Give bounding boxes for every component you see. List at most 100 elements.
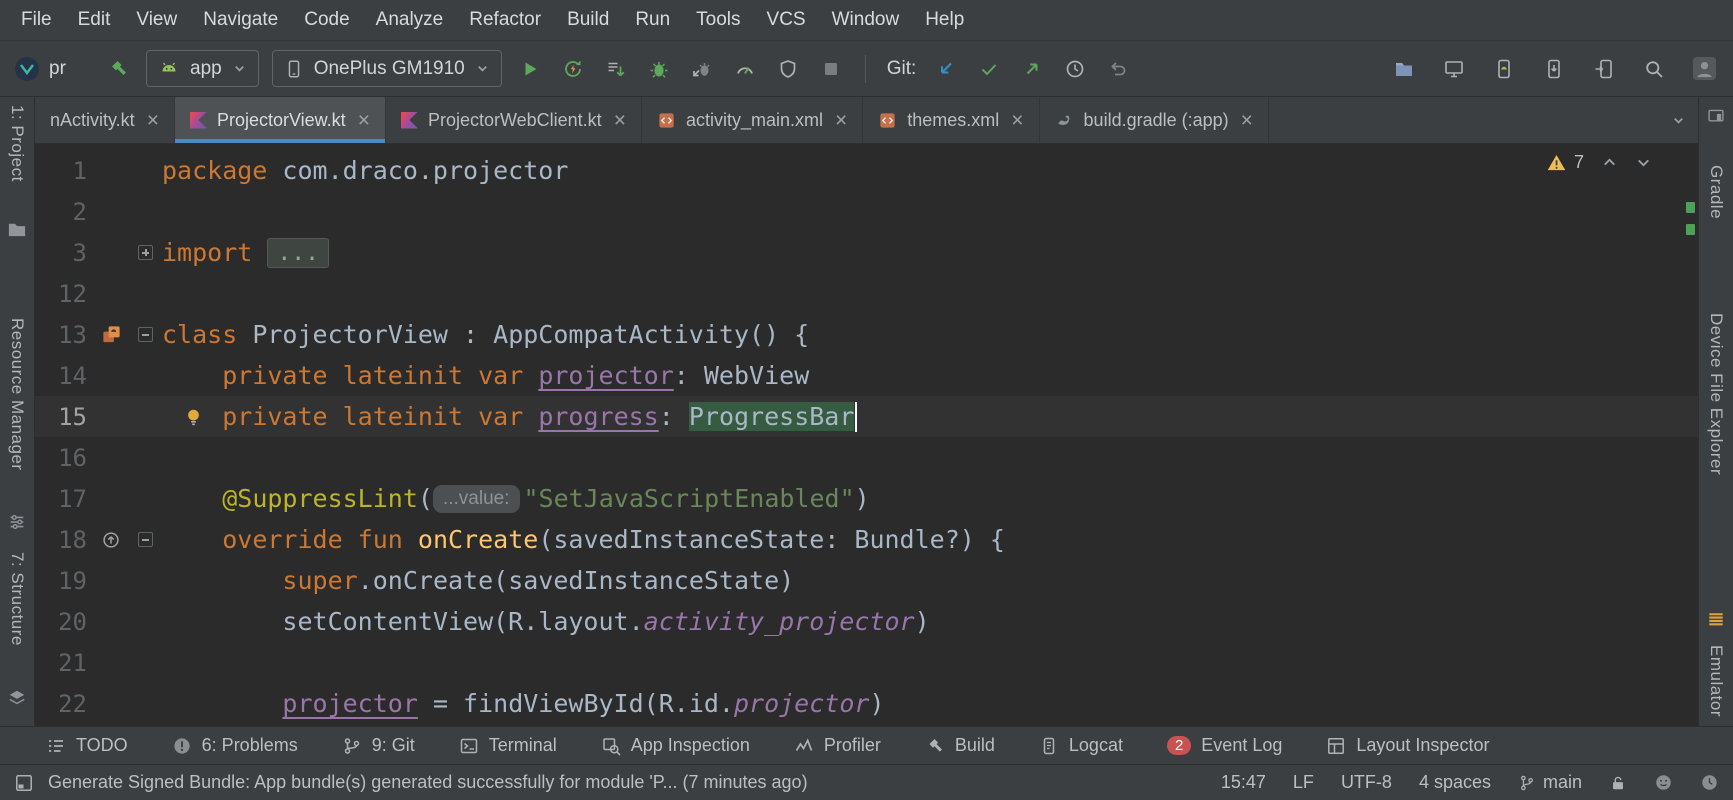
menu-build[interactable]: Build [554,3,622,37]
code-text[interactable]: override fun onCreate(savedInstanceState… [162,519,1005,560]
indent-indicator[interactable]: 4 spaces [1419,772,1491,793]
apply-changes-icon[interactable] [558,54,588,84]
line-number[interactable]: 2 [35,198,93,226]
toolwindow-build[interactable]: Build [903,727,1017,764]
tab-build-gradle-app[interactable]: build.gradle (:app)× [1040,97,1269,143]
tab-list-chevron-icon[interactable] [1671,113,1686,128]
encoding-indicator[interactable]: UTF-8 [1341,772,1392,793]
stripe-running-devices-icon[interactable] [1707,107,1726,131]
close-tab-icon[interactable]: × [356,110,370,131]
stripe-project-folder-icon[interactable] [7,219,28,245]
feedback-smiley-icon[interactable] [1654,773,1673,792]
account-avatar[interactable] [1689,54,1719,84]
toolwindow-6-problems[interactable]: 6: Problems [150,727,320,764]
status-message[interactable]: Generate Signed Bundle: App bundle(s) ge… [48,772,808,793]
code-text[interactable]: import ... [162,232,329,273]
toolwindow-terminal[interactable]: Terminal [437,727,579,764]
code-text[interactable]: super.onCreate(savedInstanceState) [162,560,794,601]
run-with-coverage-icon[interactable] [773,54,803,84]
menu-help[interactable]: Help [912,3,977,37]
menu-window[interactable]: Window [819,3,913,37]
stripe-structure[interactable]: 7: Structure [7,552,27,646]
status-clock-icon[interactable] [1700,773,1719,792]
code-editor[interactable]: 1package com.draco.projector23import ...… [35,144,1698,726]
change-mark[interactable] [1686,224,1695,235]
warning-indicator[interactable]: 7 [1546,152,1584,173]
related-files-icon[interactable] [101,324,122,345]
stripe-project[interactable]: 1: Project [7,105,27,182]
stripe-emulator-toolbar-icon[interactable] [1706,609,1727,635]
avd-manager-icon[interactable] [1489,54,1519,84]
error-stripe[interactable] [1683,144,1698,726]
git-push-icon[interactable] [1017,54,1047,84]
close-tab-icon[interactable]: × [612,110,626,131]
menu-file[interactable]: File [8,3,65,37]
inspections-widget[interactable]: 7 [1546,152,1652,173]
apply-code-changes-icon[interactable] [601,54,631,84]
toolwindow-event-log[interactable]: 2Event Log [1145,727,1304,764]
toolwindow-logcat[interactable]: Logcat [1017,727,1145,764]
fold-minus-icon[interactable] [138,327,153,342]
fold-plus-icon[interactable] [138,245,153,260]
device-mirroring-icon[interactable] [1589,54,1619,84]
change-mark[interactable] [1686,202,1695,213]
lock-icon[interactable] [1609,774,1627,792]
stripe-resource-manager[interactable]: Resource Manager [7,318,27,471]
profile-app-icon[interactable] [730,54,760,84]
line-number[interactable]: 14 [35,362,93,390]
stop-icon[interactable] [816,54,846,84]
tab-projectorwebclient-kt[interactable]: ProjectorWebClient.kt× [386,97,642,143]
toolwindow-layout-inspector[interactable]: Layout Inspector [1304,727,1511,764]
line-number[interactable]: 22 [35,690,93,718]
close-tab-icon[interactable]: × [833,110,847,131]
fold-minus-icon[interactable] [138,532,153,547]
menu-code[interactable]: Code [291,3,362,37]
menu-vcs[interactable]: VCS [754,3,819,37]
line-number[interactable]: 18 [35,526,93,554]
menu-view[interactable]: View [123,3,190,37]
close-tab-icon[interactable]: × [1009,110,1023,131]
line-number[interactable]: 13 [35,321,93,349]
line-number[interactable]: 15 [35,403,93,431]
intention-bulb-icon[interactable] [183,406,204,427]
line-separator-indicator[interactable]: LF [1293,772,1314,793]
tool-window-toggle-icon[interactable] [14,773,34,793]
toolwindow-profiler[interactable]: Profiler [772,727,903,764]
tab-nactivity-kt[interactable]: nActivity.kt× [35,97,175,143]
code-text[interactable]: private lateinit var progress: ProgressB… [162,396,857,437]
run-icon[interactable] [515,54,545,84]
stripe-build-variants-icon[interactable] [7,512,27,537]
code-text[interactable]: setContentView(R.layout.activity_project… [162,601,930,642]
line-number[interactable]: 1 [35,157,93,185]
layout-inspector-toolbar-icon[interactable] [1439,54,1469,84]
search-everywhere-icon[interactable] [1639,54,1669,84]
tab-activity-main-xml[interactable]: activity_main.xml× [642,97,863,143]
stripe-device-file-explorer[interactable]: Device File Explorer [1706,313,1726,475]
code-text[interactable]: projector = findViewById(R.id.projector) [162,683,885,724]
line-number[interactable]: 21 [35,649,93,677]
project-selector[interactable]: pr [14,56,90,82]
menu-edit[interactable]: Edit [65,3,124,37]
git-branch-indicator[interactable]: main [1518,772,1582,793]
git-history-icon[interactable] [1060,54,1090,84]
device-selector[interactable]: OnePlus GM1910 [272,50,502,87]
close-tab-icon[interactable]: × [1239,110,1253,131]
overriding-method-icon[interactable] [101,530,121,550]
toolwindow-todo[interactable]: TODO [24,727,150,764]
menu-run[interactable]: Run [622,3,683,37]
next-problem-chevron-icon[interactable] [1635,154,1652,171]
attach-debugger-icon[interactable] [687,54,717,84]
toolwindow-app-inspection[interactable]: App Inspection [579,727,772,764]
sdk-manager-icon[interactable] [1539,54,1569,84]
code-text[interactable]: private lateinit var projector: WebView [162,355,809,396]
line-number[interactable]: 3 [35,239,93,267]
toolwindow-9-git[interactable]: 9: Git [320,727,437,764]
git-commit-icon[interactable] [974,54,1004,84]
stripe-favorites-icon[interactable] [7,688,27,713]
code-text[interactable]: class ProjectorView : AppCompatActivity(… [162,314,809,355]
line-number[interactable]: 19 [35,567,93,595]
menu-analyze[interactable]: Analyze [363,3,457,37]
git-update-project-icon[interactable] [931,54,961,84]
build-project-icon[interactable] [103,54,133,84]
git-rollback-icon[interactable] [1103,54,1133,84]
